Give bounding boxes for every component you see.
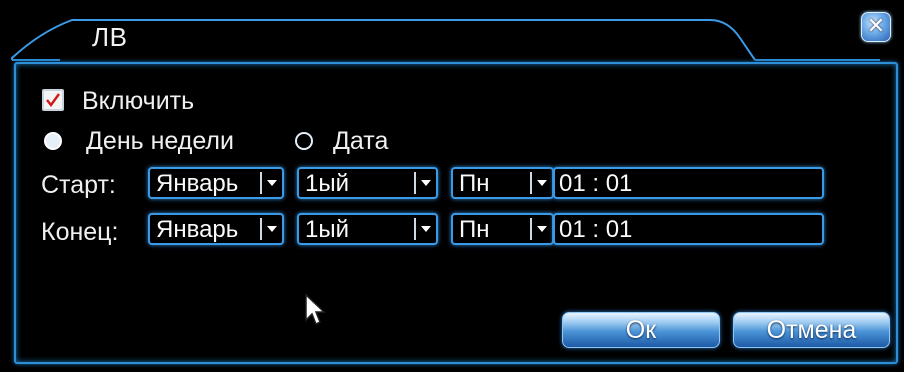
chevron-down-icon — [530, 172, 550, 194]
title-tab-frame — [11, 19, 880, 61]
chevron-down-icon — [414, 172, 434, 194]
chevron-down-icon — [260, 172, 280, 194]
enable-checkbox[interactable] — [42, 89, 64, 111]
start-week-select[interactable]: 1ый — [297, 167, 438, 199]
radio-date-label: Дата — [333, 127, 389, 155]
cancel-button-label: Отмена — [766, 316, 857, 344]
mouse-pointer-icon — [305, 293, 326, 326]
ok-button-label: Ок — [625, 316, 657, 344]
start-month-value: Январь — [156, 170, 239, 197]
checkmark-icon — [46, 93, 60, 107]
end-week-select[interactable]: 1ый — [297, 213, 438, 245]
dst-dialog: ЛВ ✕ Включить День недели Дата Старт: Ян… — [0, 0, 904, 372]
chevron-down-icon — [414, 218, 434, 240]
end-time-field[interactable]: 01 : 01 — [553, 213, 824, 245]
radio-date[interactable] — [295, 132, 313, 150]
radio-weekday-label: День недели — [86, 127, 234, 155]
start-month-select[interactable]: Январь — [148, 167, 284, 199]
start-label: Старт: — [41, 171, 116, 199]
ok-button[interactable]: Ок — [562, 312, 720, 348]
title-bar: ЛВ — [10, 10, 896, 62]
close-button[interactable]: ✕ — [861, 12, 891, 42]
enable-label: Включить — [82, 87, 195, 115]
radio-weekday[interactable] — [44, 132, 62, 150]
cancel-button[interactable]: Отмена — [733, 312, 890, 348]
end-time-value: 01 : 01 — [559, 216, 633, 243]
start-day-value: Пн — [459, 170, 490, 197]
end-month-select[interactable]: Январь — [148, 213, 284, 245]
start-time-value: 01 : 01 — [559, 170, 633, 197]
end-week-value: 1ый — [305, 216, 350, 243]
window-title: ЛВ — [92, 22, 128, 52]
end-day-value: Пн — [459, 216, 490, 243]
chevron-down-icon — [260, 218, 280, 240]
start-day-select[interactable]: Пн — [451, 167, 554, 199]
end-day-select[interactable]: Пн — [451, 213, 554, 245]
end-label: Конец: — [41, 218, 119, 246]
close-icon: ✕ — [866, 14, 886, 39]
end-month-value: Январь — [156, 216, 239, 243]
start-time-field[interactable]: 01 : 01 — [553, 167, 824, 199]
chevron-down-icon — [530, 218, 550, 240]
start-week-value: 1ый — [305, 170, 350, 197]
